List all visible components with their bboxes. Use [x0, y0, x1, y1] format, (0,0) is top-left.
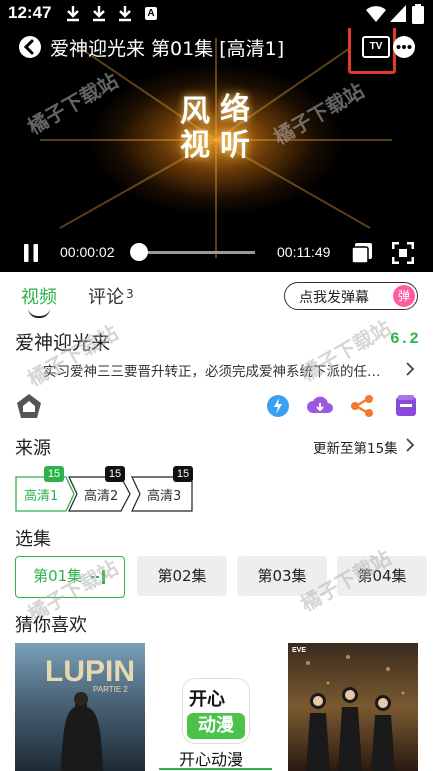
source-label: 高清2: [84, 489, 119, 504]
recommend-poster-3[interactable]: EVE: [288, 643, 418, 771]
share-icon[interactable]: [350, 394, 374, 418]
recommend-poster-1[interactable]: LUPIN PARTIE 2: [15, 643, 145, 771]
danmu-icon: 弹: [393, 285, 415, 307]
source-tab-1[interactable]: 高清1 15: [15, 466, 75, 512]
poster-title: 开心动漫: [179, 750, 244, 769]
comment-count: 3: [126, 287, 134, 301]
poster-figure: [61, 692, 103, 771]
chevron-right-icon[interactable]: [405, 438, 415, 452]
channel-logo: 风 络 视 听: [180, 92, 250, 163]
danmu-label: 点我发弹幕: [299, 290, 369, 306]
signal-icon: [390, 5, 406, 22]
chevron-right-icon[interactable]: [405, 362, 415, 376]
pip-icon[interactable]: [351, 242, 373, 264]
recommend-heading: 猜你喜欢: [15, 615, 87, 636]
rating-score: 6.2: [390, 330, 419, 348]
back-button[interactable]: [19, 36, 41, 58]
update-status[interactable]: 更新至第15集: [313, 437, 398, 457]
status-bar: 12:47 A: [0, 0, 433, 28]
player-title: 爱神迎光来 第01集 [高清1]: [50, 38, 285, 60]
total-time: 00:11:49: [277, 244, 331, 260]
progress-track[interactable]: [139, 251, 255, 254]
tab-active-indicator: [28, 308, 50, 318]
fullscreen-icon[interactable]: [392, 242, 414, 264]
source-count-badge: 15: [44, 466, 64, 482]
source-label: 高清1: [24, 489, 59, 504]
source-tab-3[interactable]: 高清3 15: [131, 466, 195, 512]
more-dots-icon: [396, 45, 412, 49]
danmu-input-button[interactable]: 点我发弹幕 弹: [284, 282, 418, 310]
source-count-badge: 15: [105, 466, 125, 482]
cast-tv-button[interactable]: TV: [362, 36, 390, 58]
episodes-heading: 选集: [15, 529, 51, 550]
download-icon: [93, 6, 105, 22]
more-options-button[interactable]: [393, 36, 415, 58]
pause-icon[interactable]: [24, 244, 38, 262]
back-arrow-icon: [23, 39, 34, 55]
tv-icon: TV: [369, 41, 383, 52]
poster-figures: [306, 655, 405, 771]
notification-badge: A: [145, 7, 157, 20]
sources-heading: 来源: [15, 438, 51, 459]
status-time: 12:47: [8, 3, 52, 22]
episode-button-2[interactable]: 第02集: [137, 556, 227, 596]
current-time: 00:00:02: [60, 244, 115, 260]
source-tab-2[interactable]: 高清2 15: [68, 466, 132, 512]
tab-video[interactable]: 视频: [21, 283, 57, 309]
source-count-badge: 15: [173, 466, 193, 482]
recommend-poster-2[interactable]: 开心 动漫 开心动漫: [159, 643, 272, 771]
poster-underline: [159, 768, 272, 770]
download-icon: [67, 6, 79, 22]
cloud-download-icon[interactable]: [306, 394, 334, 418]
video-player[interactable]: 风 络 视 听 爱神迎光来 第01集 [高清1] TV 00:00:02 00:…: [0, 28, 433, 272]
speed-icon[interactable]: [265, 394, 291, 418]
source-label: 高清3: [147, 489, 182, 504]
favorite-folder-icon[interactable]: [394, 394, 418, 418]
battery-icon: [412, 4, 424, 24]
tab-comment[interactable]: 评论: [88, 283, 124, 309]
kaixin-logo: 开心 动漫: [183, 679, 249, 743]
download-icon: [119, 6, 131, 22]
home-badge-icon[interactable]: [15, 393, 43, 419]
wifi-icon: [366, 6, 386, 22]
